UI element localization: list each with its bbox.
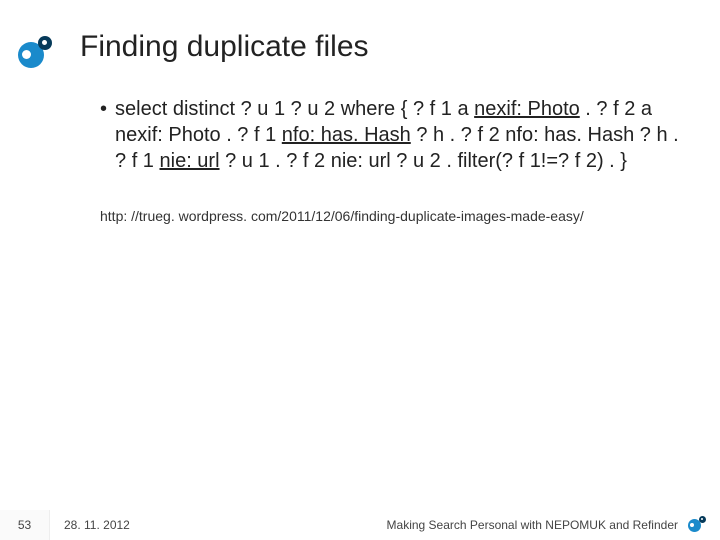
footer-presentation-title: Making Search Personal with NEPOMUK and … (387, 518, 678, 532)
text-segment: ? u 1 . ? f 2 nie: url ? u 2 . filter(? … (220, 150, 627, 172)
source-url: http: //trueg. wordpress. com/2011/12/06… (100, 208, 680, 224)
bullet-marker: • (100, 96, 107, 122)
brand-logo-small-icon (688, 516, 706, 534)
footer-right: Making Search Personal with NEPOMUK and … (387, 516, 706, 534)
link-nie-url[interactable]: nie: url (160, 150, 220, 172)
bullet-item: • select distinct ? u 1 ? u 2 where { ? … (100, 96, 680, 174)
footer-date: 28. 11. 2012 (64, 518, 130, 532)
link-nfo-hashash[interactable]: nfo: has. Hash (282, 124, 411, 146)
content-area: • select distinct ? u 1 ? u 2 where { ? … (100, 96, 680, 224)
slide: Finding duplicate files • select distinc… (0, 0, 720, 540)
footer: 53 28. 11. 2012 Making Search Personal w… (0, 510, 720, 540)
slide-number: 53 (0, 510, 50, 540)
slide-title: Finding duplicate files (80, 30, 369, 64)
link-nexif-photo[interactable]: nexif: Photo (474, 98, 580, 120)
text-segment: select distinct ? u 1 ? u 2 where { ? f … (115, 98, 474, 120)
query-text: select distinct ? u 1 ? u 2 where { ? f … (115, 96, 680, 174)
brand-logo-icon (18, 36, 52, 70)
